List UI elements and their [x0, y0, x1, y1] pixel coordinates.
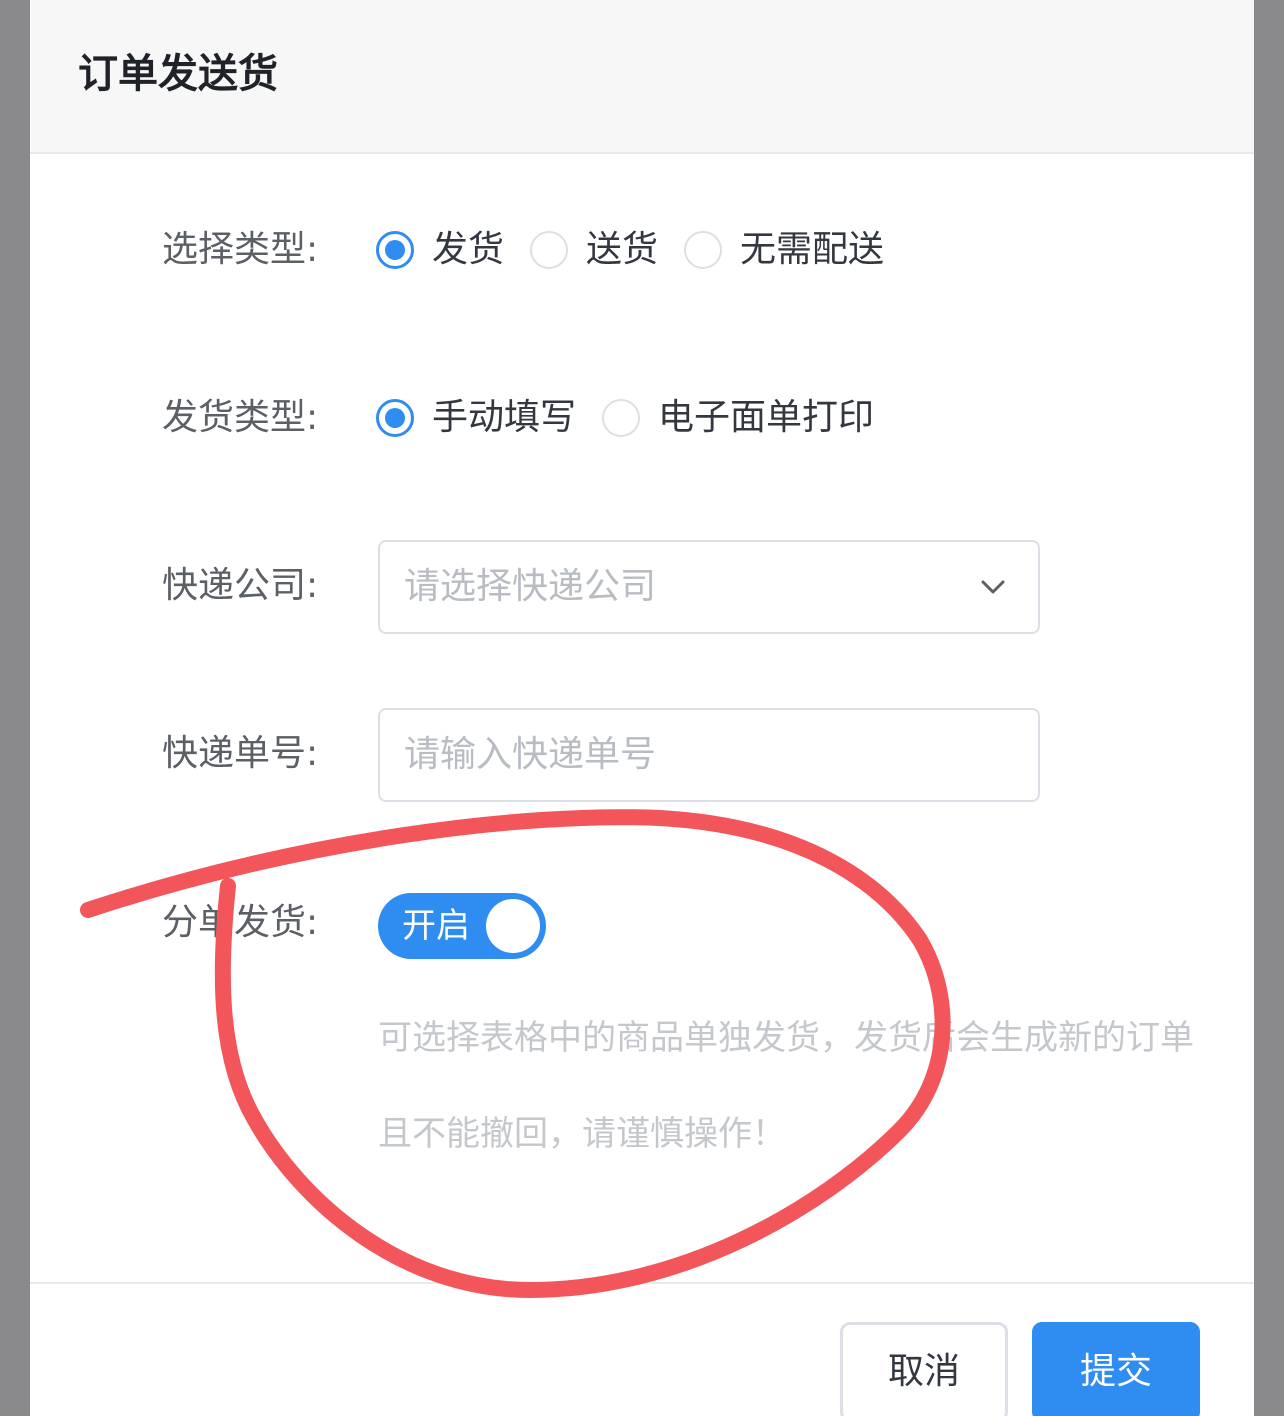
split-shipping-label: 分单发货:: [162, 902, 319, 943]
tracking-label: 快递单号:: [162, 733, 319, 774]
radio-label: 送货: [586, 229, 659, 270]
ship-type-radio-group: 手动填写 电子面单打印: [376, 393, 900, 443]
dialog-title: 订单发送货: [78, 51, 278, 97]
courier-select[interactable]: 请选择快递公司: [378, 540, 1040, 634]
shipping-dialog: 订单发送货 选择类型: 发货 送货 无需配送 发货类型: 手动填写 电子面单打印…: [30, 0, 1254, 1416]
tracking-number-input[interactable]: 请输入快递单号: [378, 708, 1040, 802]
ship-type-label: 发货类型:: [162, 397, 319, 438]
cancel-button[interactable]: 取消: [840, 1322, 1008, 1416]
radio-unchecked-icon[interactable]: [602, 399, 641, 437]
radio-label: 无需配送: [740, 229, 885, 270]
radio-option-no-delivery[interactable]: 无需配送: [684, 225, 884, 275]
select-type-radio-group: 发货 送货 无需配送: [376, 225, 910, 275]
radio-label: 手动填写: [432, 397, 577, 438]
select-type-label: 选择类型:: [162, 229, 319, 270]
switch-text: 开启: [402, 906, 470, 946]
radio-checked-icon[interactable]: [376, 399, 414, 437]
radio-option-manual[interactable]: 手动填写: [376, 393, 576, 443]
submit-button[interactable]: 提交: [1032, 1322, 1200, 1416]
radio-label: 发货: [432, 229, 505, 270]
radio-checked-icon[interactable]: [376, 231, 414, 269]
radio-option-fahuo[interactable]: 发货: [376, 225, 504, 275]
footer-divider: [30, 1282, 1254, 1284]
radio-unchecked-icon[interactable]: [530, 231, 569, 269]
radio-option-songhuo[interactable]: 送货: [530, 225, 658, 275]
tracking-placeholder: 请输入快递单号: [404, 734, 657, 775]
dialog-header: 订单发送货: [30, 0, 1254, 154]
courier-placeholder: 请选择快递公司: [404, 566, 657, 607]
radio-option-e-waybill[interactable]: 电子面单打印: [602, 393, 874, 443]
courier-label: 快递公司:: [162, 565, 319, 606]
split-shipping-switch[interactable]: 开启: [378, 893, 546, 959]
radio-unchecked-icon[interactable]: [684, 231, 723, 269]
chevron-down-icon[interactable]: [978, 572, 1008, 602]
switch-knob[interactable]: [486, 899, 540, 953]
radio-label: 电子面单打印: [658, 397, 875, 438]
split-shipping-tip: 可选择表格中的商品单独发货，发货后会生成新的订单且不能撤回，请谨慎操作！: [378, 1018, 1194, 1154]
